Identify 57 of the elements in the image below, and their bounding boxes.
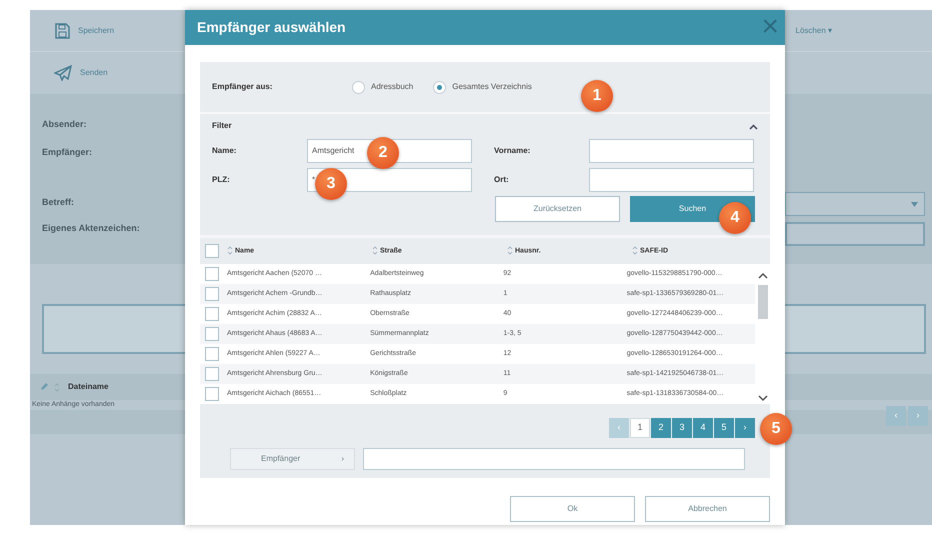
pencil-icon [40,383,48,391]
toolbar-button[interactable]: Senden [44,65,118,81]
row-checkbox[interactable] [205,327,219,341]
scrollbar-thumb[interactable] [758,285,768,319]
delete-button[interactable]: Löschen ▾ [786,24,842,36]
radio-label: Adressbuch [371,81,414,93]
input-field[interactable] [589,168,754,192]
field-label: Vorname: [494,144,532,156]
radio-button[interactable] [433,80,446,94]
reset-button[interactable]: Zurücksetzen [495,196,620,222]
field-label: Ort: [494,174,510,186]
field-label: PLZ: [212,174,231,186]
row-checkbox[interactable] [205,367,219,381]
radio-button[interactable] [352,80,365,94]
pager-button[interactable]: › [908,406,928,426]
recipient-field[interactable] [363,448,745,470]
sort-icon[interactable] [227,246,233,255]
filter-title: Filter [212,120,232,132]
form-label: Empfänger: [42,146,92,159]
scroll-down-icon[interactable] [758,395,768,402]
page-button[interactable]: 2 [651,418,671,438]
form-label: Betreff: [42,196,74,209]
input-field[interactable] [589,138,754,162]
radio-label: Gesamtes Verzeichnis [452,81,532,93]
row-checkbox[interactable] [205,347,219,361]
row-checkbox[interactable] [205,287,219,301]
form-label: Eigenes Aktenzeichen: [42,222,140,235]
sort-icon[interactable] [372,246,378,255]
radio-option[interactable]: Gesamtes Verzeichnis [433,80,532,94]
field-label: Name: [212,144,238,156]
toolbar-button[interactable]: Speichern [44,22,124,38]
pager-button[interactable]: ‹ [886,406,906,426]
form-label: Absender: [42,118,87,131]
row-checkbox[interactable] [205,267,219,281]
sort-icon [54,382,60,392]
paper-plane-icon [54,65,72,81]
page-button[interactable]: 1 [630,418,650,438]
page-button[interactable]: › [735,418,755,438]
select-all-checkbox[interactable] [205,244,219,258]
sort-icon[interactable] [507,246,513,255]
page-button[interactable]: 3 [672,418,692,438]
ok-button[interactable]: Ok [510,496,635,522]
sort-icon[interactable] [632,246,638,255]
subject-select[interactable] [785,192,925,216]
radio-option[interactable]: Adressbuch [352,80,414,94]
reference-field[interactable] [785,222,925,246]
save-icon [54,22,70,38]
caret-icon [911,202,918,207]
source-label: Empfänger aus: [212,81,274,93]
cancel-button[interactable]: Abbrechen [645,496,770,522]
row-checkbox[interactable] [205,307,219,321]
row-checkbox[interactable] [205,387,219,401]
chevron-icon[interactable] [749,124,758,130]
column-header: Dateiname [68,381,108,393]
page-button[interactable]: 4 [693,418,713,438]
page-button[interactable]: 5 [714,418,734,438]
scroll-up-icon[interactable] [758,272,768,279]
